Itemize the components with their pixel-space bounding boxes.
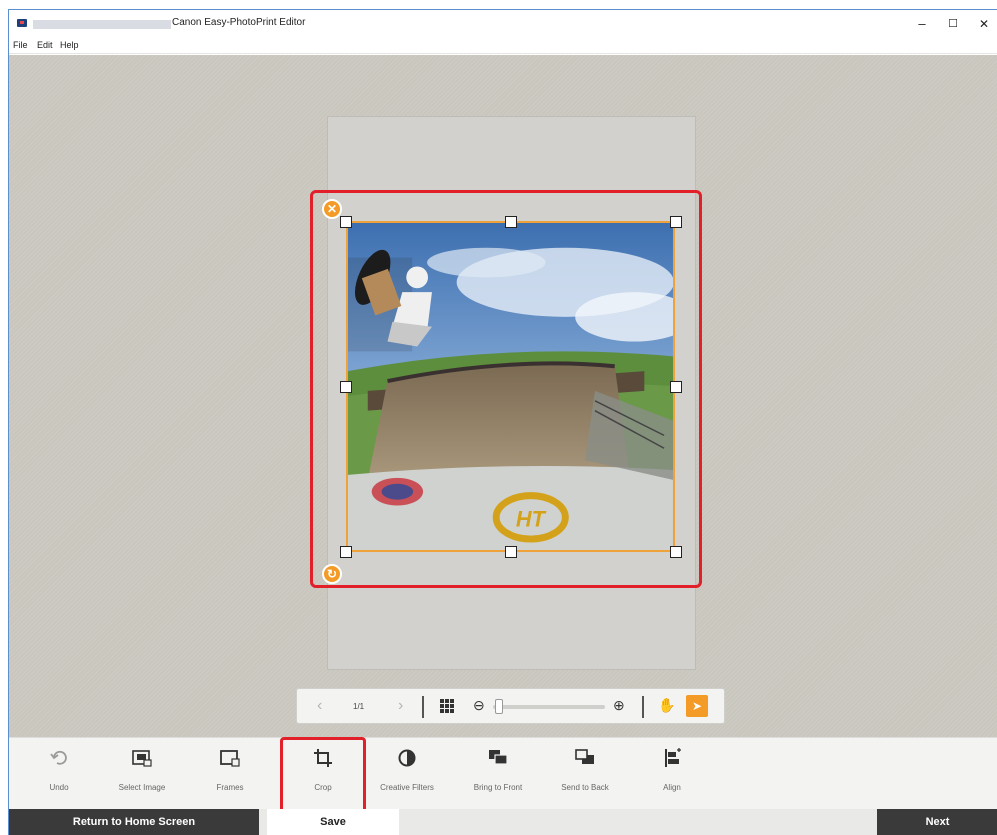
grid-view-icon[interactable] [440,699,454,713]
send-to-back-icon [575,749,594,764]
next-page-button[interactable]: › [398,697,403,715]
selected-photo[interactable]: HT [346,221,675,552]
app-window: Canon Easy-PhotoPrint Editor – ☐ ✕ File … [8,9,997,835]
select-image-label: Select Image [118,783,166,792]
undo-icon [50,750,67,765]
next-button[interactable]: Next [877,809,997,835]
app-logo-icon [17,19,27,27]
align-label: Align [663,783,681,792]
close-button[interactable]: ✕ [969,14,997,34]
send-to-back-label: Send to Back [561,783,609,792]
align-button[interactable]: Align [632,738,712,810]
menu-help[interactable]: Help [60,40,79,50]
window-title: Canon Easy-PhotoPrint Editor [172,17,306,28]
select-image-button[interactable]: Select Image [102,738,182,810]
page-indicator: 1/1 [353,702,365,711]
rotate-icon[interactable]: ↻ [322,564,342,584]
send-to-back-button[interactable]: Send to Back [545,738,625,810]
svg-text:HT: HT [516,506,547,531]
divider [642,696,644,718]
hand-tool-icon[interactable]: ✋ [658,697,675,714]
editing-canvas-area: HT ✕ ↻ ‹ 1/1 › ⊖ ⊕ ✋ ➤ [9,55,997,737]
page-navigation-bar: ‹ 1/1 › ⊖ ⊕ ✋ ➤ [296,688,725,724]
title-bar: Canon Easy-PhotoPrint Editor – ☐ ✕ [9,10,997,38]
resize-handle-bottom-left[interactable] [340,546,352,558]
edit-toolbar: Undo Select Image Frames Crop Creative F… [9,737,997,809]
zoom-out-icon[interactable]: ⊖ [473,697,485,714]
maximize-button[interactable]: ☐ [938,14,968,34]
menu-bar: File Edit Help [9,38,997,54]
divider [422,696,424,718]
zoom-slider[interactable] [493,705,605,709]
bring-to-front-icon [489,750,508,765]
align-icon [665,748,681,767]
frames-button[interactable]: Frames [190,738,270,810]
return-home-button[interactable]: Return to Home Screen [9,809,259,835]
save-button[interactable]: Save [267,809,399,835]
resize-handle-top-right[interactable] [670,216,682,228]
menu-edit[interactable]: Edit [37,40,53,50]
delete-icon[interactable]: ✕ [322,199,342,219]
resize-handle-middle-left[interactable] [340,381,352,393]
previous-page-button[interactable]: ‹ [317,697,322,715]
creative-filters-icon [398,749,416,767]
photo-image: HT [348,223,673,550]
frames-label: Frames [216,783,244,792]
resize-handle-top-center[interactable] [505,216,517,228]
bottom-bar: Return to Home Screen Save Next [9,809,997,835]
resize-handle-middle-right[interactable] [670,381,682,393]
bring-to-front-button[interactable]: Bring to Front [458,738,538,810]
resize-handle-bottom-center[interactable] [505,546,517,558]
title-redacted [33,20,171,29]
crop-highlight [280,737,366,814]
undo-label: Undo [49,783,69,792]
undo-button[interactable]: Undo [19,738,99,810]
frames-icon [220,750,240,767]
zoom-in-icon[interactable]: ⊕ [613,697,625,714]
menu-file[interactable]: File [13,40,28,50]
resize-handle-bottom-right[interactable] [670,546,682,558]
select-image-icon [132,750,152,767]
bring-to-front-label: Bring to Front [473,783,523,792]
zoom-slider-thumb[interactable] [495,699,503,714]
pointer-tool-button[interactable]: ➤ [686,695,708,717]
creative-filters-button[interactable]: Creative Filters [367,738,447,810]
creative-filters-label: Creative Filters [380,783,434,792]
minimize-button[interactable]: – [907,14,937,34]
resize-handle-top-left[interactable] [340,216,352,228]
